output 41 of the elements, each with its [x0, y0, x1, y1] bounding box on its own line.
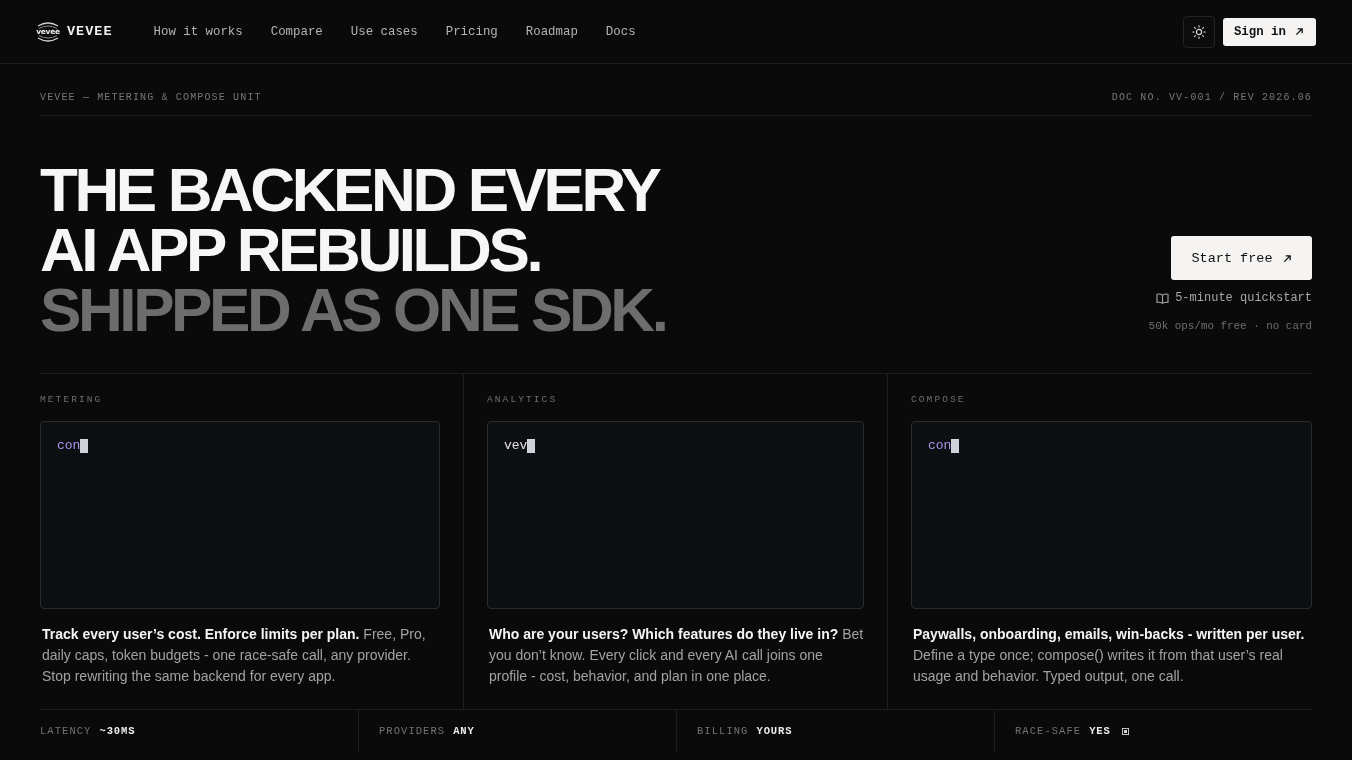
stat-label: BILLING — [697, 725, 749, 737]
stat-label: RACE-SAFE — [1015, 725, 1082, 737]
code-text: con — [928, 439, 952, 453]
headline-line: AI APP REBUILDS. — [40, 220, 542, 280]
nav-link[interactable]: How it works — [153, 24, 243, 39]
headline-line: SHIPPED AS ONE SDK. — [40, 280, 666, 340]
arrow-icon — [1282, 253, 1292, 263]
book-icon — [1156, 292, 1170, 304]
section-label: ANALYTICS — [487, 393, 558, 407]
nav-link[interactable]: Roadmap — [525, 24, 578, 39]
stat-label: PROVIDERS — [379, 725, 446, 737]
stat-value: ANY — [453, 725, 475, 737]
quickstart-link[interactable]: 5-minute quickstart — [1156, 290, 1312, 306]
cursor-icon — [951, 439, 960, 453]
code-text: con — [57, 439, 81, 453]
sun-icon — [1191, 24, 1206, 39]
section-label: METERING — [40, 393, 103, 407]
headline-line: THE BACKEND EVERY — [40, 160, 661, 220]
feature-description: Who are your users? Which features do they live in? Bet you don’t know. Every click and every AI call joins one profile - cost, behavior, and plan in one place. — [489, 625, 864, 686]
stat-value: ~30MS — [99, 725, 136, 737]
feature-description: Track every user’s cost. Enforce limits per plan. Free, Pro, daily caps, token budgets - one race-safe call, any provider. Stop rewriting the same backend for every app. — [42, 625, 427, 686]
sign-in-button[interactable]: Sign in — [1222, 17, 1316, 46]
brand-name[interactable]: VEVEE — [67, 24, 113, 39]
code-text: vev — [504, 439, 528, 453]
stat-value: YES — [1089, 725, 1111, 737]
cursor-icon — [527, 439, 536, 453]
cursor-icon — [80, 439, 89, 453]
arrow-icon — [1295, 27, 1304, 36]
feature-description: Paywalls, onboarding, emails, win-backs - written per user. Define a type once; compose() writes it from that user’s real usage and behavior. Typed output, one call. — [913, 625, 1306, 686]
stat-label: LATENCY — [40, 725, 92, 737]
start-free-button[interactable]: Start free — [1171, 236, 1312, 280]
stat-value: YOURS — [756, 725, 793, 737]
nav-link[interactable]: Pricing — [445, 24, 498, 39]
section-label: COMPOSE — [911, 393, 966, 407]
nav-link[interactable]: Use cases — [350, 24, 418, 39]
doc-number: DOC NO. VV-001 / REV 2026.06 — [1111, 91, 1312, 105]
nav-link[interactable]: Compare — [270, 24, 323, 39]
pricing-note: 50k ops/mo free · no card — [1148, 319, 1312, 334]
doc-title: VEVEE — METERING & COMPOSE UNIT — [40, 91, 262, 105]
theme-toggle-button[interactable] — [1182, 15, 1215, 48]
nav-link[interactable]: Docs — [605, 24, 636, 39]
